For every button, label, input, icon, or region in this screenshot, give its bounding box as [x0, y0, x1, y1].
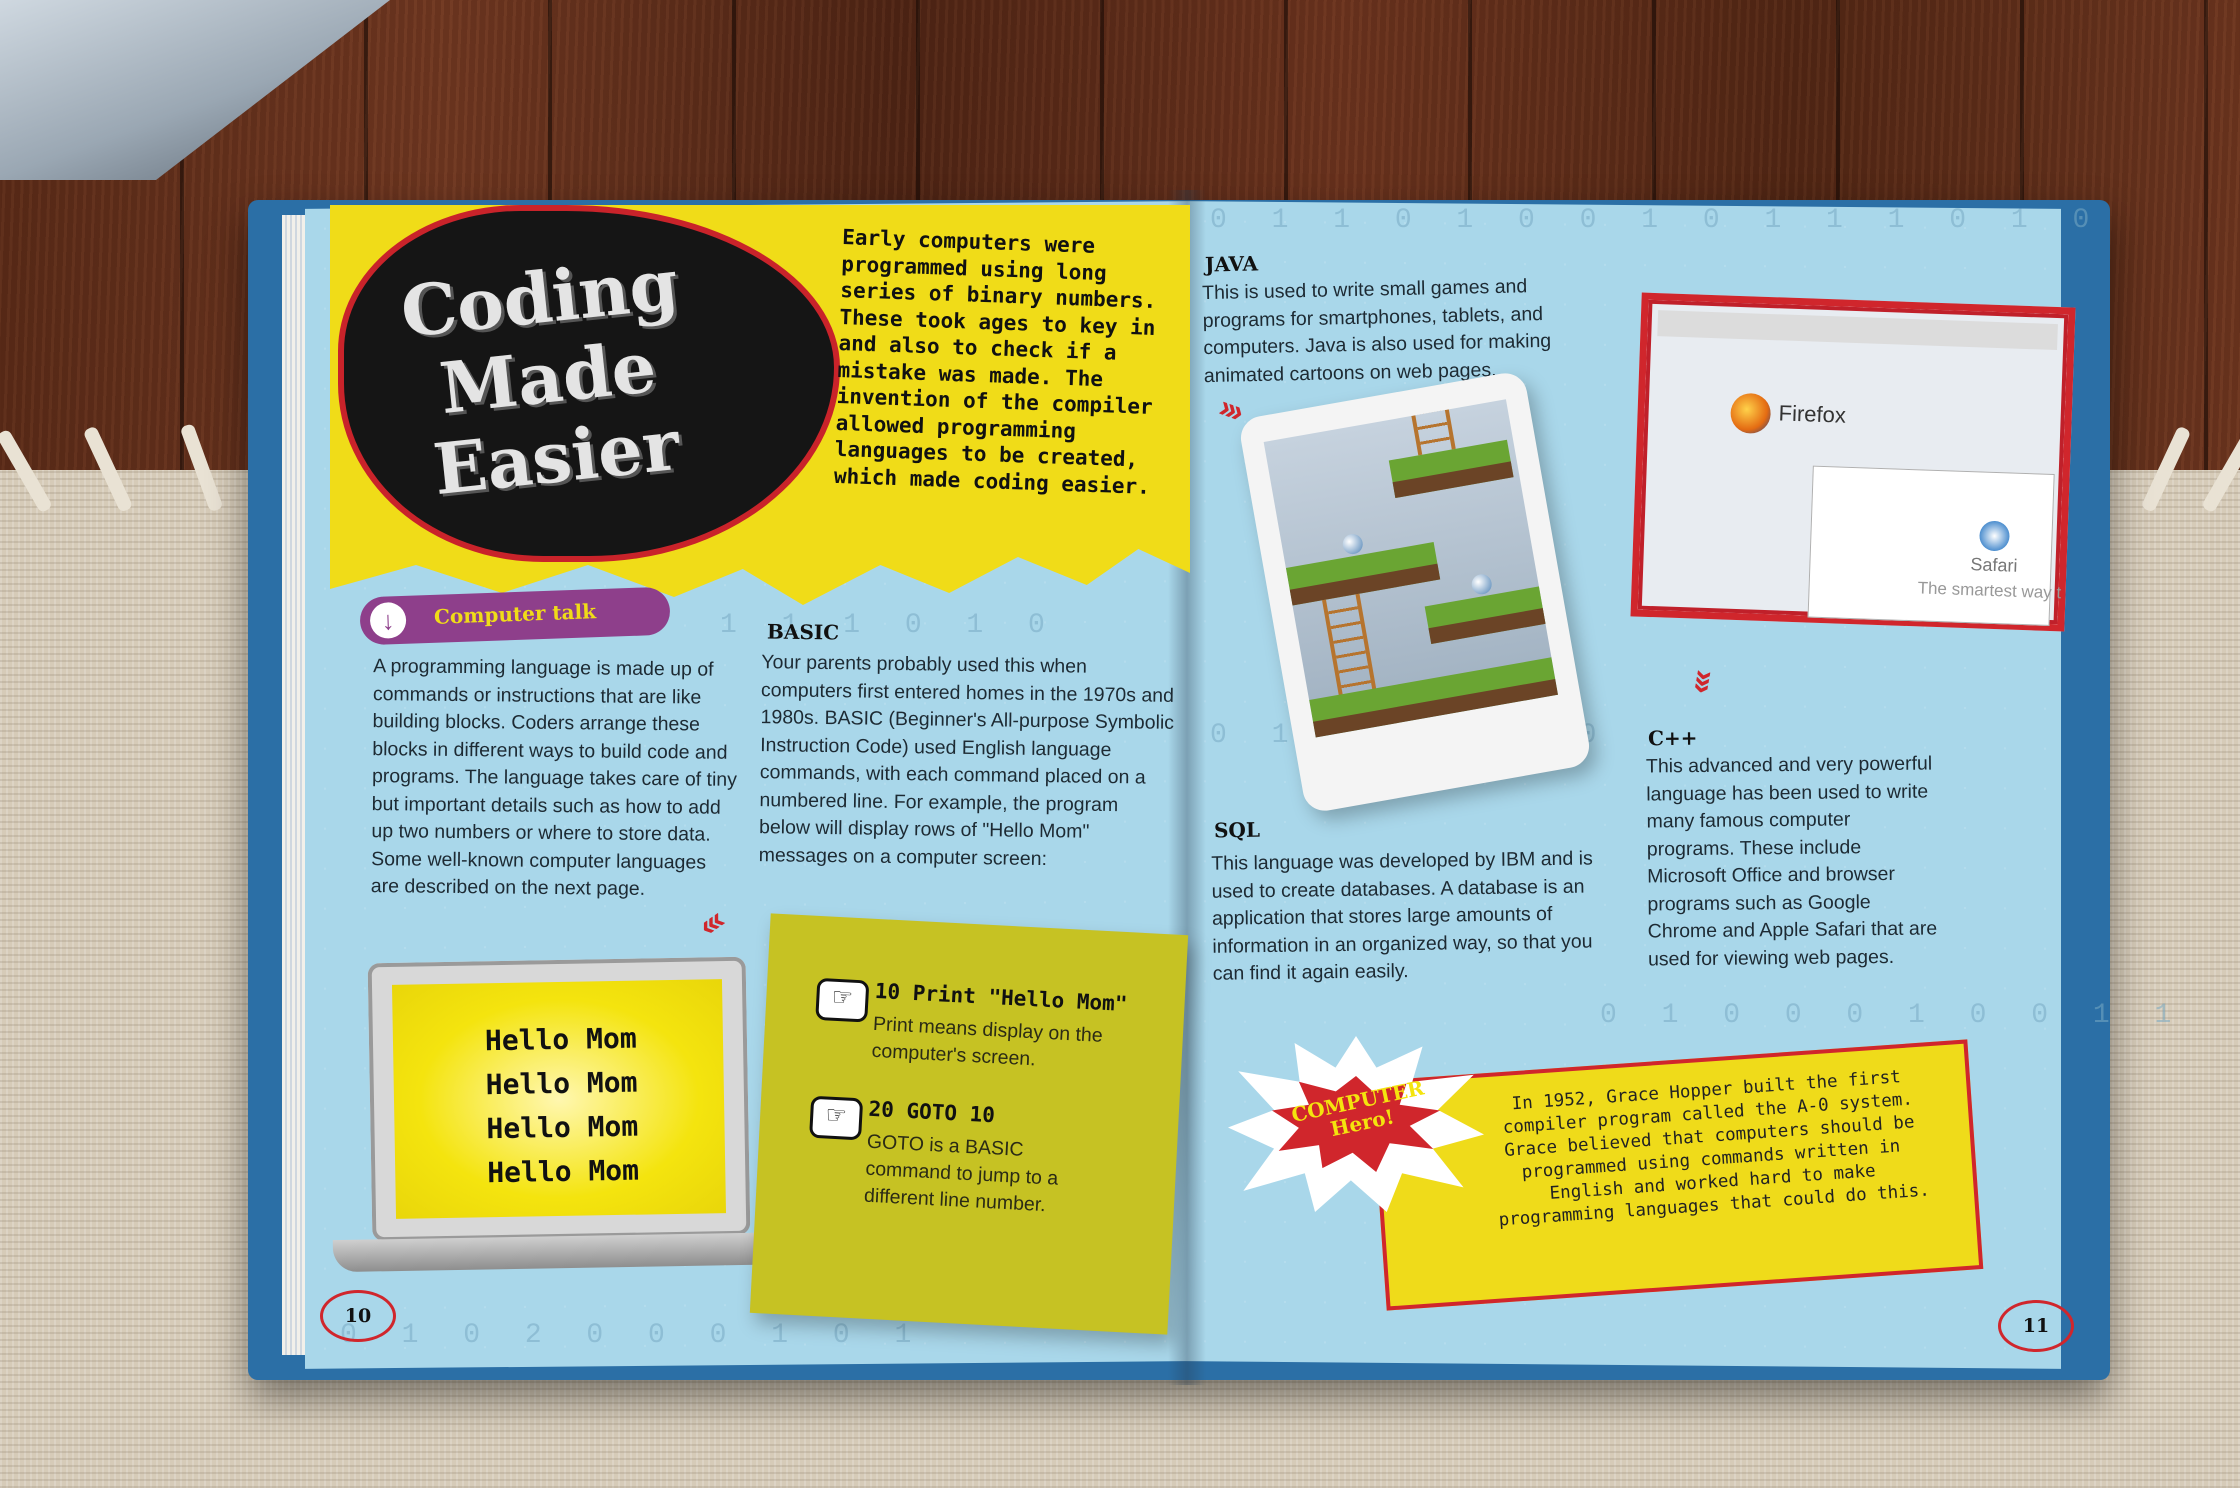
game-platform: [1424, 585, 1550, 644]
firefox-label: Firefox: [1778, 400, 1847, 428]
safari-label: Safari: [1970, 554, 2018, 576]
firefox-logo-icon: [1729, 392, 1772, 435]
game-ball: [1470, 572, 1494, 596]
browser-screenshot: Firefox Safari The smartest way t: [1630, 292, 2076, 632]
browser-tab-bar: [1657, 310, 2058, 351]
binary-pattern: 0 1 1 0 1 0 0 1 0 1 1 1 0 1 0: [1210, 205, 2104, 236]
safari-slogan: The smartest way t: [1917, 578, 2062, 603]
binary-pattern: 0 1 0 0 0 1 0 0 1 1: [1600, 1000, 2186, 1031]
game-platform: [1285, 542, 1441, 606]
code-line-10: 10 Print "Hello Mom": [874, 978, 1128, 1017]
computer-talk-label: Computer talk: [433, 599, 597, 629]
laptop-illustration: Hello Mom Hello Mom Hello Mom Hello Mom: [367, 956, 751, 1242]
sql-text: This language was developed by IBM and i…: [1211, 847, 1593, 985]
page-number-right: 11: [1998, 1300, 2074, 1352]
hero-text: In 1952, Grace Hopper built the first co…: [1498, 1067, 1931, 1231]
java-text: This is used to write small games and pr…: [1201, 275, 1552, 387]
page-title: Coding Made Easier: [366, 241, 729, 515]
game-ladder: [1411, 409, 1456, 456]
safari-compass-icon: [1978, 520, 2011, 552]
java-heading: JAVA: [1204, 251, 1259, 277]
pointing-hand-icon: ☞: [809, 1095, 864, 1141]
cpp-text: This advanced and very powerful language…: [1645, 752, 1938, 971]
hello-line: Hello Mom: [486, 1153, 640, 1190]
hello-line: Hello Mom: [486, 1109, 639, 1146]
hello-line: Hello Mom: [484, 1021, 637, 1058]
computer-talk-text: A programming language is made up of com…: [370, 655, 738, 900]
sql-heading: SQL: [1213, 817, 1261, 843]
pointing-hand-icon: ☞: [815, 977, 870, 1023]
hello-output: Hello Mom Hello Mom Hello Mom Hello Mom: [485, 1017, 640, 1196]
game-ball: [1341, 532, 1365, 556]
page-number-left: 10: [320, 1290, 396, 1342]
cpp-heading: C++: [1647, 725, 1698, 751]
code-sticky-note: ☞ 10 Print "Hello Mom" Print means displ…: [749, 913, 1189, 1335]
hello-line: Hello Mom: [485, 1065, 638, 1102]
tablet-screen: [1263, 399, 1559, 738]
basic-heading: BASIC: [766, 619, 840, 645]
laptop-screen: Hello Mom Hello Mom Hello Mom Hello Mom: [391, 979, 727, 1219]
code-line-20: 20 GOTO 10: [868, 1096, 996, 1128]
intro-text: Early computers were programmed using lo…: [833, 225, 1157, 499]
arrow-down-icon: ↓: [369, 601, 407, 640]
code-desc-10: Print means display on the computer's sc…: [871, 1012, 1104, 1071]
binary-pattern: 0 1 0 2 0 0 0 1 0 1: [340, 1320, 926, 1351]
code-desc-20: GOTO is a BASIC command to jump to a dif…: [863, 1130, 1059, 1217]
basic-text: Your parents probably used this when com…: [758, 651, 1175, 870]
safari-window: Safari The smartest way t: [1807, 465, 2062, 626]
